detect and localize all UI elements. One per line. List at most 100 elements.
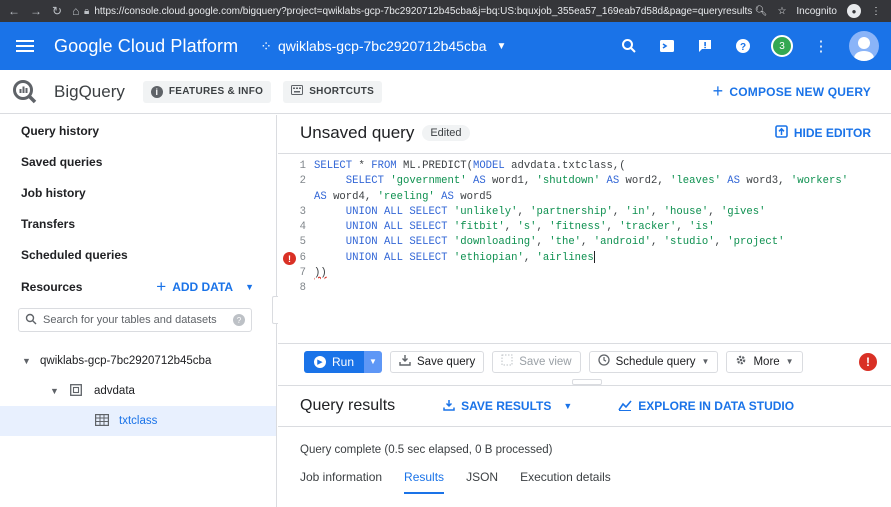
add-data-label: ADD DATA	[172, 280, 234, 294]
more-button[interactable]: More ▼	[726, 350, 803, 373]
tab-execution-details[interactable]: Execution details	[520, 470, 611, 494]
search-icon[interactable]	[619, 36, 639, 56]
code-line[interactable]: AS word4, 'reeling' AS word5	[314, 190, 891, 205]
sql-string: 'airlines	[536, 251, 594, 264]
gcp-brand[interactable]: Google Cloud Platform	[54, 36, 238, 57]
cloud-shell-icon[interactable]	[657, 36, 677, 56]
tab-results[interactable]: Results	[404, 470, 445, 494]
code-line[interactable]: UNION ALL SELECT 'unlikely', 'partnershi…	[314, 205, 891, 220]
compose-label: COMPOSE NEW QUERY	[729, 84, 871, 99]
results-header: Query results SAVE RESULTS ▼ EXPLORE IN …	[278, 386, 891, 426]
code-line[interactable]: SELECT 'government' AS word1, 'shutdown'…	[314, 174, 891, 189]
expand-toggle-icon[interactable]: ▼	[22, 356, 34, 366]
sidebar-item-transfers[interactable]: Transfers	[0, 208, 276, 239]
hamburger-menu-icon[interactable]	[16, 37, 34, 55]
sql-keyword: AS	[606, 175, 620, 188]
code-line[interactable]: UNION ALL SELECT 'ethiopian', 'airlines	[314, 250, 891, 266]
sql-keyword: SELECT	[345, 175, 384, 188]
lock-icon: 🔒︎	[84, 5, 90, 17]
sidebar-item-job-history[interactable]: Job history	[0, 177, 276, 208]
sidebar-item-scheduled-queries[interactable]: Scheduled queries	[0, 239, 276, 270]
feedback-icon[interactable]	[695, 36, 715, 56]
error-marker-icon[interactable]: !	[283, 252, 296, 265]
sql-string: 'the'	[549, 236, 582, 249]
view-icon	[501, 354, 513, 369]
reload-icon[interactable]: ↻	[52, 4, 62, 18]
sql-string: 'android'	[593, 236, 651, 249]
bigquery-title: BigQuery	[54, 81, 125, 101]
notifications-badge[interactable]: 3	[771, 35, 793, 57]
code-line[interactable]: UNION ALL SELECT 'fitbit', 's', 'fitness…	[314, 220, 891, 235]
explore-label: EXPLORE IN DATA STUDIO	[638, 399, 795, 413]
sql-string: 'ethiopian'	[453, 251, 524, 264]
results-title: Query results	[300, 397, 396, 414]
sql-text: *	[352, 160, 372, 172]
resource-search-input[interactable]: Search for your tables and datasets ?	[18, 308, 252, 332]
features-info-label: FEATURES & INFO	[168, 86, 264, 97]
schedule-query-button[interactable]: Schedule query ▼	[588, 350, 719, 373]
run-button[interactable]: ▶ Run	[304, 350, 365, 373]
search-placeholder: Search for your tables and datasets	[43, 314, 217, 326]
error-indicator-icon[interactable]: !	[859, 352, 877, 371]
compose-query-button[interactable]: + COMPOSE NEW QUERY	[713, 81, 871, 102]
bookmark-star-icon[interactable]: ☆	[777, 6, 786, 17]
help-icon[interactable]: ?	[233, 314, 245, 326]
more-vert-icon[interactable]: ⋮	[811, 36, 831, 56]
main-panel: Unsaved query Edited HIDE EDITOR 1 2 3 4…	[278, 115, 891, 507]
sidebar-item-saved-queries[interactable]: Saved queries	[0, 146, 276, 177]
save-query-button[interactable]: Save query	[390, 350, 485, 373]
chevron-down-icon: ▼	[496, 40, 507, 52]
expand-toggle-icon[interactable]: ▼	[50, 386, 62, 396]
sql-keyword: AS	[727, 175, 740, 188]
sql-string: 'studio'	[663, 236, 715, 249]
sql-string: 'leaves'	[670, 175, 721, 188]
sidebar-item-query-history[interactable]: Query history	[0, 115, 276, 146]
sql-keyword: UNION ALL SELECT	[345, 205, 448, 218]
explore-data-studio-button[interactable]: EXPLORE IN DATA STUDIO	[618, 399, 794, 414]
divider	[278, 426, 891, 427]
help-icon[interactable]: ?	[733, 36, 753, 56]
sql-text: ,	[714, 236, 728, 249]
tree-table[interactable]: txtclass	[0, 406, 276, 436]
sql-string: 'partnership'	[530, 205, 613, 218]
shortcuts-label: SHORTCUTS	[309, 86, 375, 97]
forward-icon[interactable]: →	[30, 4, 42, 18]
tree-project[interactable]: ▼ qwiklabs-gcp-7bc2920712b45cba	[0, 346, 276, 376]
zoom-icon[interactable]: 🔍︎	[755, 6, 768, 17]
back-icon[interactable]: ←	[8, 4, 20, 18]
tab-json[interactable]: JSON	[466, 470, 498, 494]
home-icon[interactable]: ⌂	[72, 4, 79, 18]
code-line[interactable]: UNION ALL SELECT 'downloading', 'the', '…	[314, 235, 891, 250]
save-view-button[interactable]: Save view	[492, 350, 581, 373]
caret-down-icon: ▼	[563, 401, 573, 411]
code-line[interactable]: ))	[314, 266, 891, 281]
sql-text: word5	[453, 190, 493, 203]
edited-badge: Edited	[422, 125, 470, 141]
shortcuts-button[interactable]: SHORTCUTS	[283, 80, 383, 103]
avatar[interactable]	[849, 31, 879, 61]
browser-menu-icon[interactable]: ⋮	[871, 6, 881, 17]
sql-text: word2,	[619, 175, 671, 188]
tree-dataset[interactable]: ▼ advdata	[0, 376, 276, 406]
text-cursor	[593, 250, 595, 263]
dataset-label: advdata	[94, 385, 135, 397]
query-editor[interactable]: 1 2 3 4 5 6 7 8 ! SELECT * FROM ML.PREDI…	[278, 153, 891, 343]
resources-label: Resources	[21, 280, 83, 294]
code-area[interactable]: SELECT * FROM ML.PREDICT(MODEL advdata.t…	[310, 154, 891, 343]
more-label: More	[753, 355, 780, 368]
project-selector[interactable]: ⁘ qwiklabs-gcp-7bc2920712b45cba ▼	[260, 38, 506, 55]
download-icon	[443, 399, 455, 414]
hide-editor-button[interactable]: HIDE EDITOR	[775, 125, 871, 141]
run-dropdown-icon[interactable]: ▼	[364, 350, 383, 373]
address-bar[interactable]: 🔒︎ https://console.cloud.google.com/bigq…	[84, 0, 755, 22]
sql-string: 'workers'	[790, 175, 849, 188]
tab-job-information[interactable]: Job information	[300, 470, 382, 494]
sql-string: 'downloading'	[453, 236, 537, 249]
features-info-button[interactable]: i FEATURES & INFO	[142, 80, 272, 103]
resources-header: Resources + ADD DATA ▼	[0, 270, 276, 304]
project-icon: ⁘	[260, 37, 272, 54]
code-line[interactable]: SELECT * FROM ML.PREDICT(MODEL advdata.t…	[314, 159, 891, 174]
save-results-button[interactable]: SAVE RESULTS ▼	[443, 399, 572, 414]
code-line[interactable]	[314, 281, 891, 296]
add-data-button[interactable]: + ADD DATA ▼	[156, 277, 254, 297]
